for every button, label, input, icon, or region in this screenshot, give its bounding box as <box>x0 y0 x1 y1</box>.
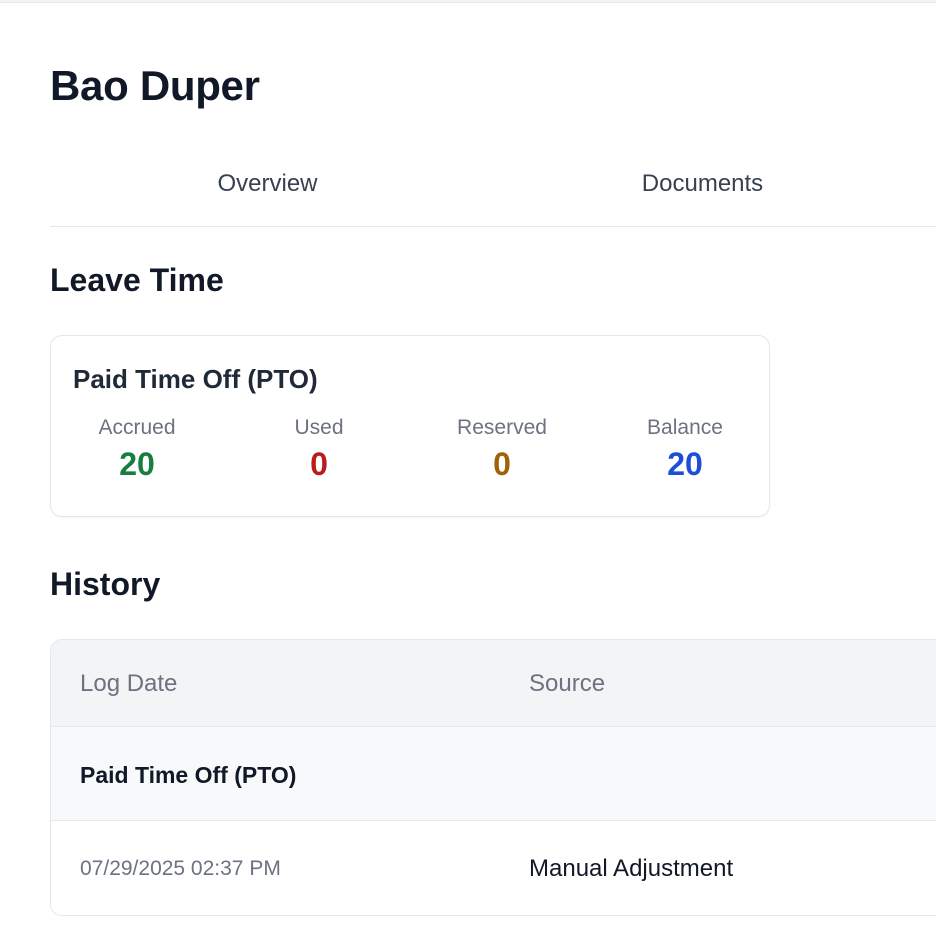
stat-accrued-value: 20 <box>119 446 155 482</box>
column-header-source[interactable]: Source <box>529 670 605 698</box>
table-row[interactable]: 07/29/2025 02:37 PM Manual Adjustment <box>51 821 936 915</box>
stat-used-label: Used <box>294 416 344 439</box>
leave-time-heading: Leave Time <box>50 262 224 298</box>
cell-log-date: 07/29/2025 02:37 PM <box>80 857 281 880</box>
tab-documents[interactable]: Documents <box>485 170 920 198</box>
stat-balance: Balance 20 <box>595 416 775 483</box>
pto-card-title: Paid Time Off (PTO) <box>73 364 318 394</box>
stat-reserved-label: Reserved <box>457 416 547 439</box>
page-title: Bao Duper <box>50 62 260 109</box>
history-heading: History <box>50 566 161 602</box>
stat-accrued: Accrued 20 <box>47 416 227 483</box>
stat-used-value: 0 <box>310 446 328 482</box>
top-border <box>0 0 936 3</box>
tab-bar: Overview Documents <box>50 150 936 227</box>
stat-accrued-label: Accrued <box>98 416 176 439</box>
stat-used: Used 0 <box>229 416 409 483</box>
table-group-row: Paid Time Off (PTO) <box>51 727 936 821</box>
tab-overview[interactable]: Overview <box>50 170 485 198</box>
column-header-log-date[interactable]: Log Date <box>80 670 177 698</box>
history-table: Log Date Source Paid Time Off (PTO) 07/2… <box>50 639 936 916</box>
group-label: Paid Time Off (PTO) <box>80 762 297 788</box>
stat-balance-value: 20 <box>667 446 703 482</box>
stat-balance-label: Balance <box>647 416 723 439</box>
stat-reserved-value: 0 <box>493 446 511 482</box>
table-header: Log Date Source <box>51 640 936 727</box>
stat-reserved: Reserved 0 <box>412 416 592 483</box>
pto-summary-card: Paid Time Off (PTO) Accrued 20 Used 0 Re… <box>50 335 770 517</box>
cell-source: Manual Adjustment <box>529 855 734 882</box>
